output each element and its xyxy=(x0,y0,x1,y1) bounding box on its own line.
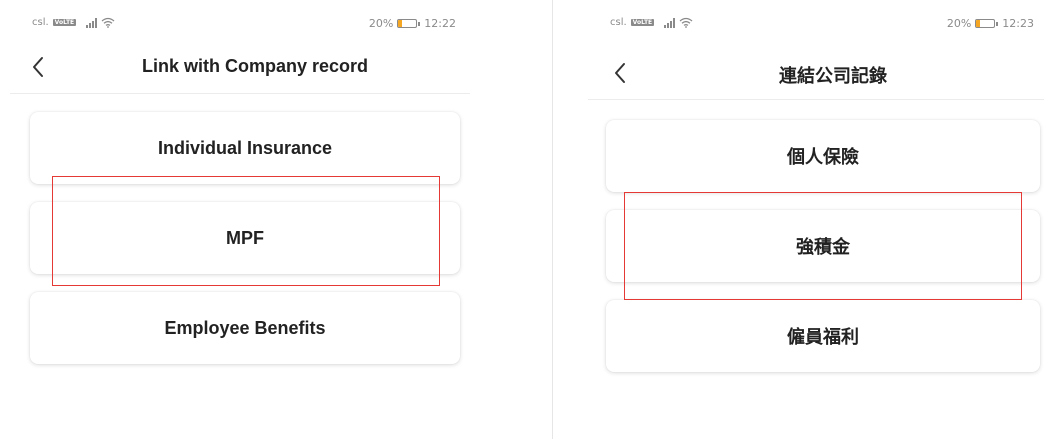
volte-badge: VoLTE xyxy=(52,19,77,26)
comparison-stage: csl. VoLTE 20% 12:22 Link with Company r… xyxy=(0,0,1044,439)
status-left: csl. VoLTE xyxy=(610,17,693,28)
status-right: 20% 12:23 xyxy=(947,17,1034,30)
status-time: 12:23 xyxy=(1002,17,1034,30)
signal-icon xyxy=(86,17,98,28)
app-header: Link with Company record xyxy=(10,46,470,94)
volte-badge: VoLTE xyxy=(630,19,655,26)
screen-chinese: csl. VoLTE 20% 12:23 連結公司記錄 個人保險 強積金 僱員福… xyxy=(588,0,1044,439)
status-bar: csl. VoLTE 20% 12:23 xyxy=(588,14,1044,34)
screen-divider xyxy=(552,0,553,439)
chevron-left-icon xyxy=(615,63,625,83)
wifi-icon xyxy=(679,17,693,28)
menu-item-mpf[interactable]: 強積金 xyxy=(606,210,1040,282)
menu-item-individual-insurance[interactable]: 個人保險 xyxy=(606,120,1040,192)
status-time: 12:22 xyxy=(424,17,456,30)
carrier-label: csl. xyxy=(32,17,49,28)
page-title: Link with Company record xyxy=(141,56,369,76)
status-left: csl. VoLTE xyxy=(32,17,115,28)
signal-icon xyxy=(664,17,676,28)
battery-percent: 20% xyxy=(368,17,394,30)
battery-icon xyxy=(975,19,999,28)
battery-fill xyxy=(976,20,980,27)
battery-icon xyxy=(397,19,421,28)
menu-item-employee-benefits[interactable]: 僱員福利 xyxy=(606,300,1040,372)
back-button[interactable] xyxy=(26,54,50,80)
chevron-left-icon xyxy=(33,57,43,77)
carrier-label: csl. xyxy=(610,17,627,28)
menu-item-employee-benefits[interactable]: Employee Benefits xyxy=(30,292,460,364)
status-right: 20% 12:22 xyxy=(369,17,456,30)
menu-list: 個人保險 強積金 僱員福利 xyxy=(606,120,1040,390)
menu-list: Individual Insurance MPF Employee Benefi… xyxy=(30,112,460,382)
battery-fill xyxy=(398,20,402,27)
menu-item-mpf[interactable]: MPF xyxy=(30,202,460,274)
screen-english: csl. VoLTE 20% 12:22 Link with Company r… xyxy=(10,0,470,439)
wifi-icon xyxy=(101,17,115,28)
battery-percent: 20% xyxy=(946,17,972,30)
menu-item-individual-insurance[interactable]: Individual Insurance xyxy=(30,112,460,184)
page-title: 連結公司記錄 xyxy=(779,66,887,86)
app-header: 連結公司記錄 xyxy=(588,52,1044,100)
status-bar: csl. VoLTE 20% 12:22 xyxy=(10,14,470,34)
